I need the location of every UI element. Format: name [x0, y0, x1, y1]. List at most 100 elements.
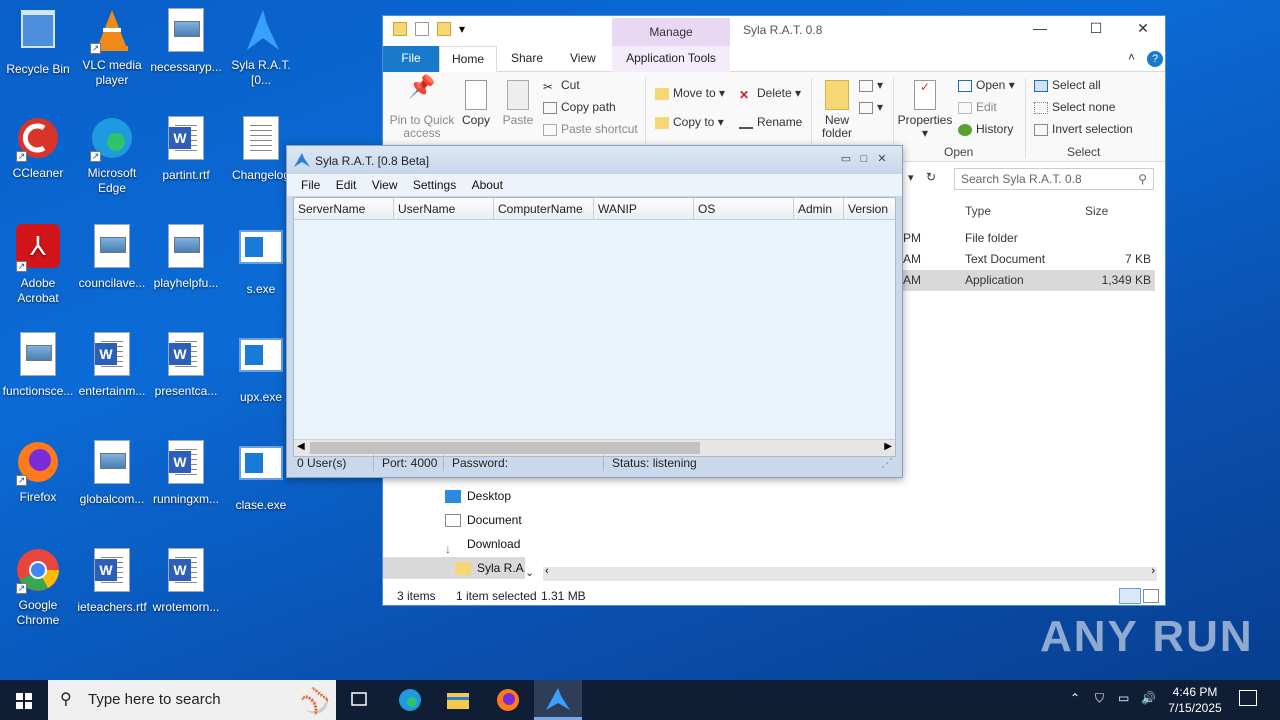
desktop-icon-syla-r-a-t-0[interactable]: Syla R.A.T.[0...	[223, 6, 299, 88]
desktop-icon-necessaryp[interactable]: necessaryp...	[148, 6, 224, 75]
resize-grip-icon[interactable]: ⋰	[881, 453, 893, 473]
quick-access-dropdown-icon[interactable]: ▾	[459, 22, 469, 36]
edit-button[interactable]: Edit	[958, 100, 997, 114]
search-input[interactable]: Search Syla R.A.T. 0.8 ⚲	[954, 168, 1154, 190]
move-to-button[interactable]: Move to ▾	[655, 86, 725, 100]
file-row[interactable]: PM File folder	[893, 228, 1155, 249]
new-folder-icon[interactable]	[437, 22, 451, 36]
maximize-button[interactable]: □	[857, 153, 871, 165]
menu-edit[interactable]: Edit	[330, 174, 363, 196]
maximize-button[interactable]: ☐	[1081, 20, 1111, 37]
column-os[interactable]: OS	[694, 198, 794, 220]
collapse-ribbon-icon[interactable]: ˄	[1128, 50, 1135, 64]
desktop-icon-google-chrome[interactable]: ↗ Google Chrome	[0, 546, 76, 628]
paste-shortcut-button[interactable]: Paste shortcut	[543, 122, 638, 136]
refresh-icon[interactable]: ↻	[926, 170, 936, 184]
file-row[interactable]: AM Text Document 7 KB	[893, 249, 1155, 270]
security-icon[interactable]: ⛉	[1095, 691, 1104, 706]
taskbar-edge[interactable]	[386, 680, 434, 720]
taskbar-file-explorer[interactable]	[434, 680, 482, 720]
tab-file[interactable]: File	[383, 46, 439, 72]
large-icons-view-icon[interactable]	[1143, 589, 1159, 603]
desktop-icon-ccleaner[interactable]: ↗ CCleaner	[0, 114, 76, 181]
desktop-icon-adobe-acrobat[interactable]: ⅄ ↗ Adobe Acrobat	[0, 222, 76, 306]
minimize-button[interactable]: —	[1025, 20, 1055, 36]
column-computername[interactable]: ComputerName	[494, 198, 594, 220]
column-admin[interactable]: Admin	[794, 198, 844, 220]
start-button[interactable]	[0, 680, 48, 720]
scroll-right-icon[interactable]: ›	[1151, 565, 1155, 577]
minimize-button[interactable]: ▭	[839, 153, 853, 165]
task-view-button[interactable]	[336, 680, 384, 720]
rename-button[interactable]: Rename	[739, 115, 802, 129]
column-size[interactable]: Size	[1085, 204, 1108, 218]
new-folder-button[interactable]: New folder	[817, 80, 857, 140]
clients-grid[interactable]: ServerName UserName ComputerName WANIP O…	[293, 197, 896, 457]
open-button[interactable]: Open ▾	[958, 78, 1015, 92]
close-button[interactable]: ✕	[875, 153, 889, 165]
tab-share[interactable]: Share	[499, 46, 555, 72]
taskbar-firefox[interactable]	[484, 680, 532, 720]
nav-item-downloads[interactable]: ↓ Download	[445, 533, 525, 555]
tab-home[interactable]: Home	[439, 46, 498, 72]
tab-application-tools[interactable]: Application Tools	[612, 46, 730, 72]
desktop-icon-wrotemorn[interactable]: Wwrotemorn...	[148, 546, 224, 615]
file-row-selected[interactable]: AM Application 1,349 KB	[893, 270, 1155, 291]
copy-to-button[interactable]: Copy to ▾	[655, 115, 724, 129]
copy-button[interactable]: Copy	[459, 80, 493, 127]
scroll-right-icon[interactable]: ▶	[884, 441, 892, 452]
horizontal-scrollbar[interactable]: ‹ ›	[543, 565, 1157, 581]
desktop-icon-playhelpfu[interactable]: playhelpfu...	[148, 222, 224, 291]
history-button[interactable]: History	[958, 122, 1013, 136]
pin-quick-access-button[interactable]: 📌 Pin to Quick access	[389, 76, 455, 140]
easy-access-button[interactable]: ▾	[859, 100, 883, 114]
desktop-icon-recycle-bin[interactable]: Recycle Bin	[0, 6, 76, 77]
select-none-button[interactable]: Select none	[1034, 100, 1115, 114]
desktop-icon-councilave[interactable]: councilave...	[74, 222, 150, 291]
column-type[interactable]: Type	[965, 204, 991, 218]
show-hidden-icons-button[interactable]: ⌃	[1070, 691, 1080, 705]
desktop-icon-firefox[interactable]: ↗ Firefox	[0, 438, 76, 505]
close-button[interactable]: ✕	[1128, 20, 1158, 37]
nav-scroll-down-icon[interactable]: ⌄	[525, 566, 534, 579]
menu-settings[interactable]: Settings	[407, 174, 462, 196]
select-all-button[interactable]: Select all	[1034, 78, 1101, 92]
nav-item-syla-rat[interactable]: Syla R.A.	[383, 557, 525, 579]
menu-about[interactable]: About	[466, 174, 509, 196]
details-view-icon[interactable]	[1119, 588, 1141, 604]
manage-context-tab[interactable]: Manage	[612, 18, 730, 46]
taskbar-clock[interactable]: 4:46 PM 7/15/2025	[1156, 684, 1234, 716]
copy-path-button[interactable]: Copy path	[543, 100, 616, 114]
column-version[interactable]: Version	[844, 198, 895, 220]
desktop-icon-vlc-media-player[interactable]: ↗ VLC media player	[74, 6, 150, 88]
column-username[interactable]: UserName	[394, 198, 494, 220]
taskbar-syla-rat[interactable]	[534, 680, 582, 720]
help-icon[interactable]: ?	[1147, 51, 1163, 67]
taskbar-search-box[interactable]: ⚲ Type here to search ⚾	[48, 680, 336, 720]
desktop-icon-presentca[interactable]: Wpresentca...	[148, 330, 224, 399]
invert-selection-button[interactable]: Invert selection	[1034, 122, 1133, 136]
notifications-icon[interactable]	[1239, 690, 1257, 706]
properties-button[interactable]: ✓ Properties ▾	[897, 80, 953, 140]
tab-view[interactable]: View	[558, 46, 608, 72]
menu-view[interactable]: View	[366, 174, 404, 196]
delete-button[interactable]: ✕ Delete ▾	[739, 86, 801, 102]
menu-file[interactable]: File	[295, 174, 326, 196]
properties-icon[interactable]	[415, 22, 429, 36]
volume-icon[interactable]: 🔊	[1141, 691, 1156, 705]
column-servername[interactable]: ServerName	[294, 198, 394, 220]
desktop-icon-globalcom[interactable]: globalcom...	[74, 438, 150, 507]
paste-button[interactable]: Paste	[501, 80, 535, 127]
desktop-icon-runningxm[interactable]: Wrunningxm...	[148, 438, 224, 507]
desktop-icon-ieteachers-rtf[interactable]: Wieteachers.rtf	[74, 546, 150, 615]
new-item-button[interactable]: ▾	[859, 78, 883, 92]
desktop-icon-partint-rtf[interactable]: Wpartint.rtf	[148, 114, 224, 183]
scroll-left-icon[interactable]: ‹	[545, 565, 549, 577]
address-dropdown-icon[interactable]: ▾	[908, 171, 914, 184]
desktop-icon-functionsce[interactable]: functionsce...	[0, 330, 76, 399]
column-wanip[interactable]: WANIP	[594, 198, 694, 220]
network-icon[interactable]: ▭	[1118, 691, 1129, 705]
desktop-icon-microsoft-edge[interactable]: ↗ Microsoft Edge	[74, 114, 150, 196]
nav-item-desktop[interactable]: Desktop	[445, 485, 525, 507]
desktop-icon-entertainm[interactable]: Wentertainm...	[74, 330, 150, 399]
